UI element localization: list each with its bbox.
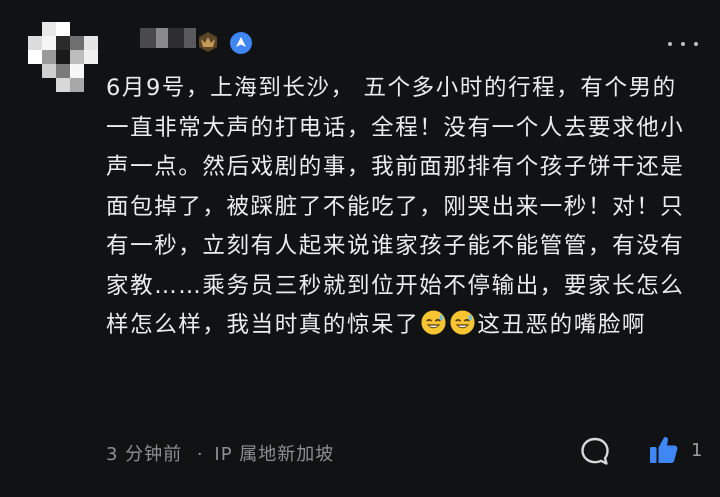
avatar[interactable] bbox=[28, 22, 98, 92]
comment-icon[interactable] bbox=[578, 434, 612, 468]
like-count: 1 bbox=[691, 440, 703, 461]
sweat-smile-emoji bbox=[450, 310, 475, 335]
sweat-smile-emoji bbox=[421, 310, 446, 335]
verified-icon bbox=[230, 32, 252, 54]
post-time: 3 分钟前 bbox=[106, 444, 183, 465]
comment-body: 6月9号，上海到长沙， 五个多小时的行程，有个男的一直非常大声的打电话，全程！没… bbox=[106, 75, 685, 338]
username-hidden[interactable] bbox=[140, 28, 198, 48]
ip-location: IP 属地新加坡 bbox=[214, 444, 335, 465]
comment-body-end: 这丑恶的嘴脸啊 bbox=[477, 312, 647, 338]
comment-text: 6月9号，上海到长沙， 五个多小时的行程，有个男的一直非常大声的打电话，全程！没… bbox=[106, 69, 698, 346]
level-badge-icon bbox=[199, 32, 217, 52]
thumbs-up-icon[interactable] bbox=[647, 433, 681, 467]
meta-separator: · bbox=[196, 444, 204, 465]
more-options-icon[interactable] bbox=[668, 40, 698, 48]
comment-meta: 3 分钟前 · IP 属地新加坡 bbox=[106, 440, 334, 466]
